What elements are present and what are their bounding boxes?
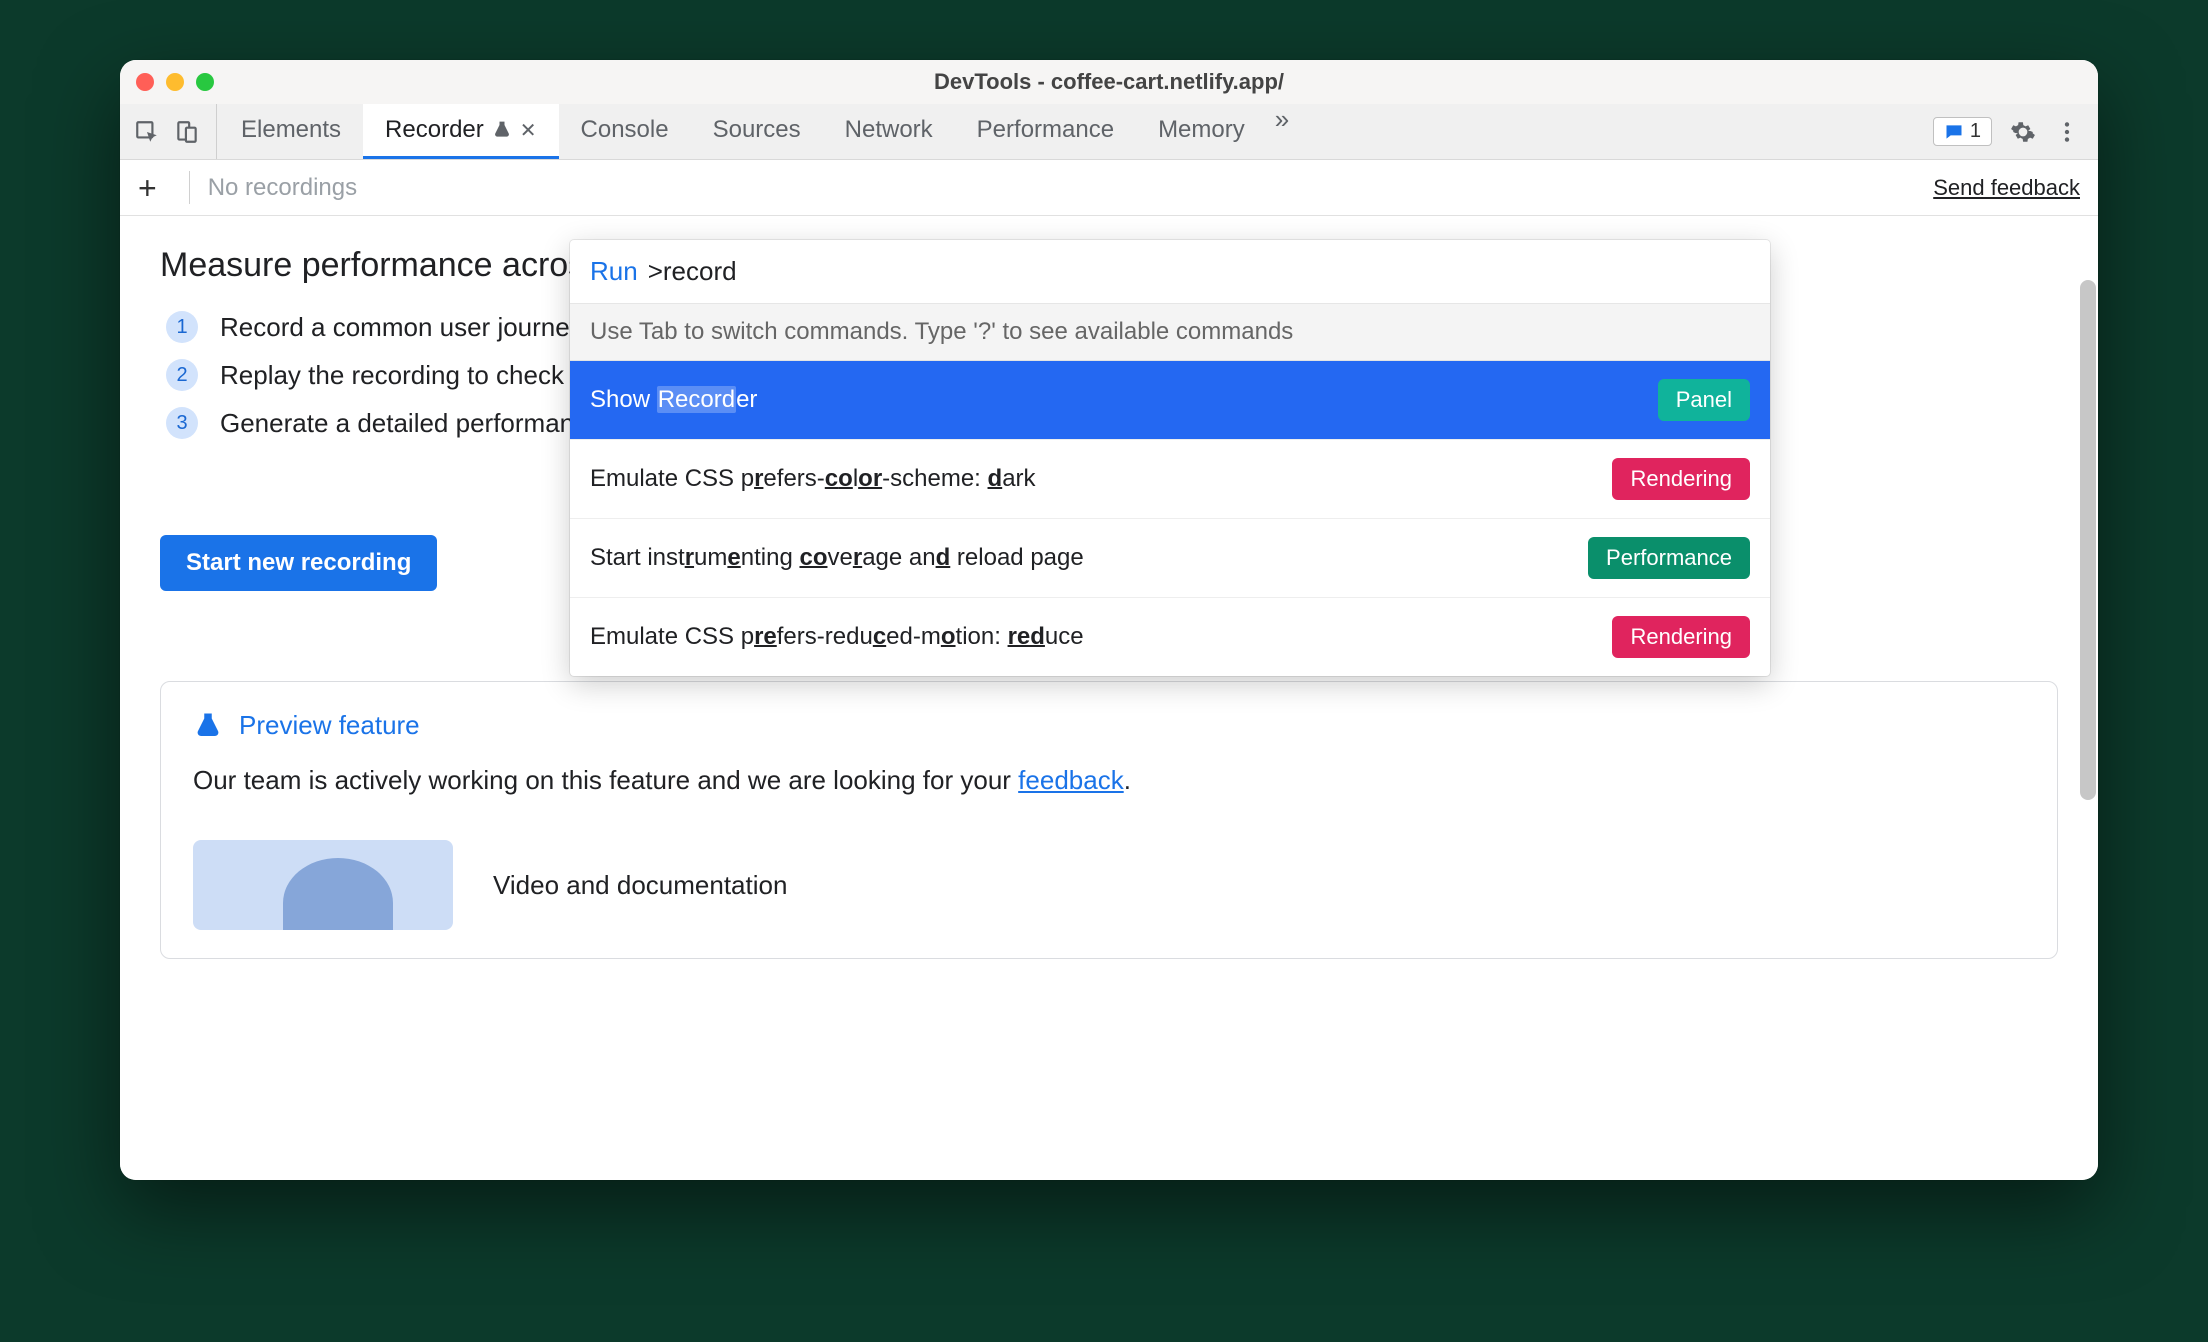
preview-body: Our team is actively working on this fea… — [193, 761, 2025, 800]
command-palette: Run >record Use Tab to switch commands. … — [570, 240, 1770, 676]
step-text: Record a common user journey — [220, 312, 583, 343]
recorder-toolbar: + No recordings Send feedback — [120, 160, 2098, 216]
preview-media-row: Video and documentation — [193, 840, 2025, 930]
step-number: 3 — [166, 407, 198, 439]
no-recordings-label: No recordings — [208, 174, 357, 202]
titlebar: DevTools - coffee-cart.netlify.app/ — [120, 60, 2098, 104]
preview-title: Preview feature — [239, 710, 420, 741]
traffic-lights — [136, 73, 214, 91]
preview-card-header: Preview feature — [193, 710, 2025, 741]
tab-recorder[interactable]: Recorder ✕ — [363, 104, 558, 159]
tab-label: Network — [845, 116, 933, 144]
zoom-window-button[interactable] — [196, 73, 214, 91]
settings-gear-icon[interactable] — [2010, 119, 2036, 145]
kebab-menu-icon[interactable] — [2054, 119, 2080, 145]
command-row-emulate-reduced-motion[interactable]: Emulate CSS prefers-reduced-motion: redu… — [570, 598, 1770, 676]
command-badge: Rendering — [1612, 616, 1750, 658]
panel-tabstrip: Elements Recorder ✕ Console Sources Netw… — [120, 104, 2098, 160]
video-thumbnail[interactable] — [193, 840, 453, 930]
flask-icon — [193, 711, 223, 741]
window-title: DevTools - coffee-cart.netlify.app/ — [120, 69, 2098, 95]
tab-label: Memory — [1158, 116, 1245, 144]
tab-label: Performance — [977, 116, 1114, 144]
close-tab-icon[interactable]: ✕ — [520, 118, 537, 143]
preview-feature-card: Preview feature Our team is actively wor… — [160, 681, 2058, 959]
feedback-link[interactable]: feedback — [1018, 765, 1124, 795]
step-number: 1 — [166, 311, 198, 343]
new-recording-icon[interactable]: + — [138, 172, 171, 204]
issues-badge[interactable]: 1 — [1933, 117, 1992, 146]
start-recording-button[interactable]: Start new recording — [160, 535, 437, 591]
inspect-mode-group — [126, 104, 217, 159]
minimize-window-button[interactable] — [166, 73, 184, 91]
command-label: Emulate CSS prefers-reduced-motion: redu… — [590, 623, 1084, 651]
more-tabs-icon[interactable]: » — [1267, 104, 1297, 159]
tab-label: Elements — [241, 116, 341, 144]
message-icon — [1944, 122, 1964, 142]
tab-label: Recorder — [385, 116, 484, 144]
tab-label: Console — [581, 116, 669, 144]
devtools-window: DevTools - coffee-cart.netlify.app/ Elem… — [120, 60, 2098, 1180]
flask-icon — [492, 120, 512, 140]
command-row-emulate-dark[interactable]: Emulate CSS prefers-color-scheme: dark R… — [570, 440, 1770, 519]
command-label: Emulate CSS prefers-color-scheme: dark — [590, 465, 1036, 493]
command-row-instrument-coverage[interactable]: Start instrumenting coverage and reload … — [570, 519, 1770, 598]
command-palette-hint: Use Tab to switch commands. Type '?' to … — [570, 304, 1770, 361]
tab-sources[interactable]: Sources — [691, 104, 823, 159]
command-badge: Performance — [1588, 537, 1750, 579]
send-feedback-link[interactable]: Send feedback — [1933, 175, 2080, 201]
command-prefix: Run — [590, 256, 638, 287]
tab-memory[interactable]: Memory — [1136, 104, 1267, 159]
command-row-show-recorder[interactable]: Show Recorder Panel — [570, 361, 1770, 440]
panel-tabs: Elements Recorder ✕ Console Sources Netw… — [219, 104, 1297, 159]
separator — [189, 171, 190, 204]
command-label: Show Recorder — [590, 386, 757, 414]
command-badge: Panel — [1658, 379, 1750, 421]
command-label: Start instrumenting coverage and reload … — [590, 544, 1084, 572]
tab-elements[interactable]: Elements — [219, 104, 363, 159]
tab-performance[interactable]: Performance — [955, 104, 1136, 159]
media-title: Video and documentation — [493, 870, 787, 901]
issues-count: 1 — [1970, 120, 1981, 143]
scrollbar-thumb[interactable] — [2080, 280, 2096, 800]
tab-network[interactable]: Network — [823, 104, 955, 159]
command-query: >record — [648, 256, 737, 287]
tab-console[interactable]: Console — [559, 104, 691, 159]
command-badge: Rendering — [1612, 458, 1750, 500]
close-window-button[interactable] — [136, 73, 154, 91]
inspect-element-icon[interactable] — [134, 119, 160, 145]
command-palette-input[interactable]: Run >record — [570, 240, 1770, 304]
tab-label: Sources — [713, 116, 801, 144]
step-number: 2 — [166, 359, 198, 391]
device-toolbar-icon[interactable] — [174, 119, 200, 145]
